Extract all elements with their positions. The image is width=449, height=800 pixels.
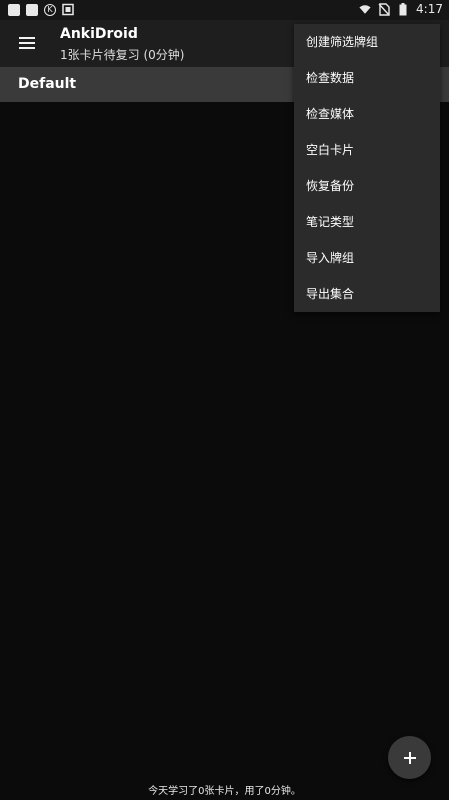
study-stats-text: 今天学习了0张卡片，用了0分钟。 (148, 786, 301, 797)
menu-item-create-filtered-deck[interactable]: 创建筛选牌组 (294, 24, 440, 60)
no-sim-icon (378, 2, 390, 16)
battery-icon (399, 2, 407, 15)
status-time: 4:17 (416, 2, 443, 16)
menu-item-check-media[interactable]: 检查媒体 (294, 96, 440, 132)
menu-item-import-deck[interactable]: 导入牌组 (294, 240, 440, 276)
menu-item-restore-backup[interactable]: 恢复备份 (294, 168, 440, 204)
notification-icon (8, 3, 20, 16)
status-bar: K 4:17 (0, 0, 449, 20)
image-icon (62, 3, 74, 16)
status-bar-notifications: K (8, 3, 74, 16)
overflow-menu: 创建筛选牌组 检查数据 检查媒体 空白卡片 恢复备份 笔记类型 导入牌组 导出集… (294, 24, 440, 312)
deck-name: Default (18, 76, 77, 92)
hamburger-menu-icon[interactable] (19, 37, 35, 49)
menu-item-empty-cards[interactable]: 空白卡片 (294, 132, 440, 168)
menu-item-export-collection[interactable]: 导出集合 (294, 276, 440, 312)
notification-icon (26, 3, 38, 16)
wifi-icon (359, 4, 371, 14)
status-bar-system: 4:17 (359, 2, 443, 16)
app-title: AnkiDroid (60, 26, 138, 42)
menu-item-check-database[interactable]: 检查数据 (294, 60, 440, 96)
menu-item-note-types[interactable]: 笔记类型 (294, 204, 440, 240)
plus-icon (403, 751, 416, 764)
add-fab-button[interactable] (388, 736, 431, 779)
app-subtitle: 1张卡片待复习 (0分钟) (60, 48, 185, 62)
circle-badge-icon: K (44, 3, 56, 16)
